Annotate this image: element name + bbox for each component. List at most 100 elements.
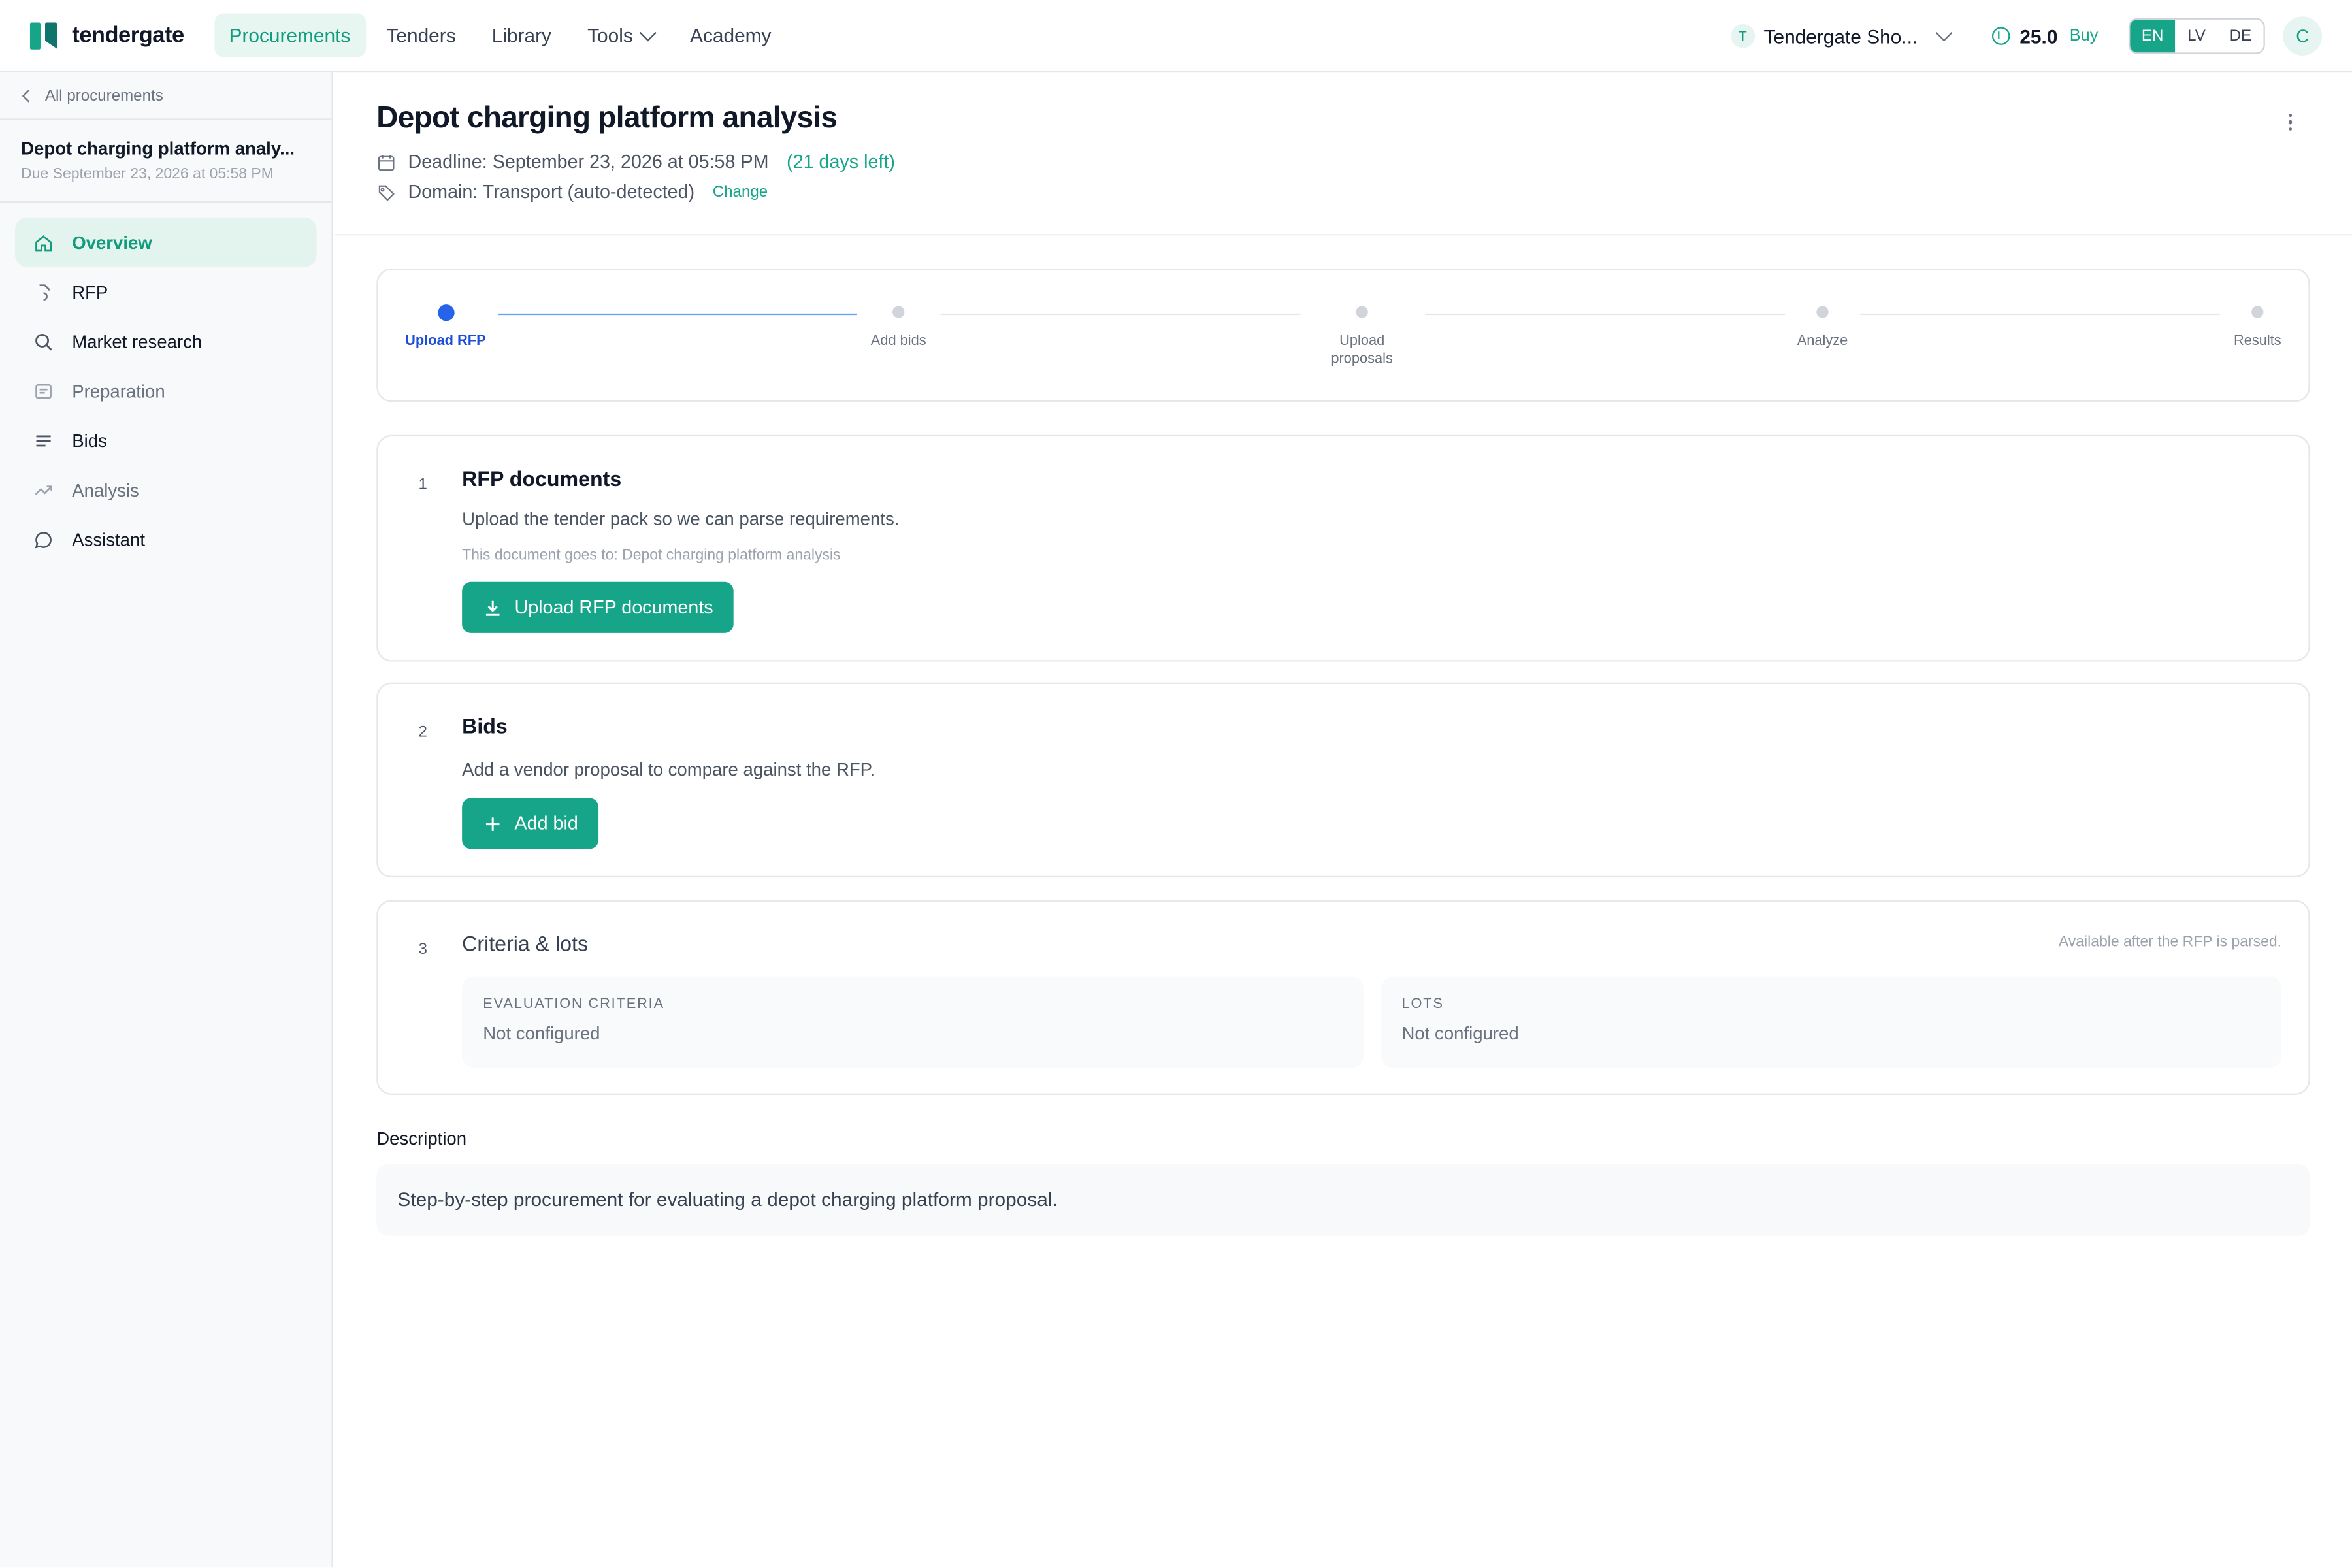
upload-rfp-button[interactable]: Upload RFP documents — [462, 581, 734, 633]
clipboard-icon — [33, 380, 54, 401]
nav-tools[interactable]: Tools — [572, 14, 669, 57]
nav-tenders[interactable]: Tenders — [371, 14, 470, 57]
logo-icon — [29, 22, 60, 49]
evaluation-criteria-box: EVALUATION CRITERIA Not configured — [462, 976, 1363, 1068]
trend-icon — [33, 480, 54, 500]
button-label: Upload RFP documents — [514, 596, 713, 618]
organization-switcher[interactable]: T Tendergate Sho... — [1731, 24, 1953, 48]
card-title: Bids — [462, 713, 508, 738]
sidebar-menu: Overview RFP Market research Preparation… — [0, 203, 331, 579]
step-dot — [437, 304, 454, 321]
app-root: tendergate Procurements Tenders Library … — [0, 0, 2352, 1568]
sidebar-item-market-research[interactable]: Market research — [15, 316, 316, 366]
nav-label: Library — [491, 24, 551, 47]
nav-label: Procurements — [229, 24, 351, 47]
step-dot — [1356, 306, 1368, 318]
more-options-icon[interactable] — [2288, 114, 2293, 131]
lang-de[interactable]: DE — [2217, 20, 2263, 53]
step-number: 2 — [418, 723, 427, 742]
nav-procurements[interactable]: Procurements — [214, 13, 366, 57]
sidebar-item-analysis[interactable]: Analysis — [15, 465, 316, 515]
org-name: Tendergate Sho... — [1763, 24, 1918, 48]
nav-label: Academy — [690, 24, 772, 47]
availability-note: Available after the RFP is parsed. — [2058, 934, 2282, 951]
top-navigation-bar: tendergate Procurements Tenders Library … — [0, 0, 2352, 73]
description-label: Description — [376, 1128, 467, 1149]
rfp-documents-card: 1 RFP documents Upload the tender pack s… — [376, 434, 2310, 662]
nav-library[interactable]: Library — [477, 14, 566, 57]
procurement-title: Depot charging platform analy... — [21, 138, 295, 159]
coin-icon — [1992, 27, 2011, 45]
page-header: Depot charging platform analysis Deadlin… — [334, 72, 2352, 236]
step-dot — [1816, 306, 1829, 318]
criteria-lots-card: 3 Available after the RFP is parsed. Cri… — [376, 900, 2310, 1096]
sidebar-item-assistant[interactable]: Assistant — [15, 514, 316, 564]
chevron-down-icon — [639, 24, 657, 41]
deadline-row: Deadline: September 23, 2026 at 05:58 PM… — [376, 152, 2310, 172]
search-icon — [33, 331, 54, 351]
page-title: Depot charging platform analysis — [376, 102, 838, 135]
change-domain-link[interactable]: Change — [713, 183, 768, 201]
step-label: Upload RFP — [405, 333, 486, 350]
step-upload-proposals[interactable]: Upload proposals — [1309, 306, 1414, 368]
domain-row: Domain: Transport (auto-detected) Change — [376, 182, 2310, 203]
sidebar-item-label: Analysis — [72, 479, 139, 500]
sidebar-item-bids[interactable]: Bids — [15, 416, 316, 465]
progress-stepper: Upload RFP Add bids Upload proposals Ana… — [376, 268, 2310, 402]
chevron-down-icon — [1936, 24, 1953, 42]
description-text: Step-by-step procurement for evaluating … — [376, 1164, 2310, 1236]
procurement-due: Due September 23, 2026 at 05:58 PM — [21, 166, 274, 184]
step-label: Analyze — [1797, 333, 1848, 350]
bids-card: 2 Bids Add a vendor proposal to compare … — [376, 682, 2310, 878]
sidebar-item-label: Market research — [72, 331, 203, 352]
card-title: Criteria & lots — [462, 931, 589, 956]
back-label: All procurements — [44, 86, 163, 105]
days-left: (21 days left) — [787, 151, 895, 173]
user-avatar[interactable]: C — [2283, 16, 2323, 56]
step-dot — [2251, 306, 2264, 318]
calendar-icon — [378, 154, 395, 171]
language-switcher: EN LV DE — [2128, 18, 2265, 54]
box-value: Not configured — [1401, 1022, 1519, 1044]
step-label: Add bids — [870, 333, 926, 350]
lang-en[interactable]: EN — [2129, 19, 2176, 53]
credits-balance: 25.0 Buy — [1992, 24, 2099, 48]
step-results[interactable]: Results — [2205, 306, 2310, 351]
document-icon — [33, 281, 54, 302]
home-icon — [33, 232, 54, 253]
domain-text: Domain: Transport (auto-detected) — [408, 181, 695, 203]
lang-lv[interactable]: LV — [2176, 20, 2217, 53]
criteria-lots-boxes: EVALUATION CRITERIA Not configured LOTS … — [462, 976, 2282, 1068]
main-content: Depot charging platform analysis Deadlin… — [334, 72, 2352, 1567]
sidebar-item-overview[interactable]: Overview — [14, 217, 317, 267]
step-dot — [892, 306, 905, 318]
top-right-controls: T Tendergate Sho... 25.0 Buy EN LV DE C — [1731, 0, 2323, 72]
nav-academy[interactable]: Academy — [675, 14, 786, 57]
step-connector — [498, 313, 857, 316]
sidebar-item-label: Overview — [72, 231, 152, 253]
back-to-procurements-link[interactable]: All procurements — [0, 72, 332, 120]
step-connector — [1425, 313, 1786, 316]
sidebar-item-label: Bids — [72, 429, 107, 451]
buy-credits-link[interactable]: Buy — [2070, 27, 2099, 45]
step-number: 3 — [418, 940, 427, 959]
brand-logo[interactable]: tendergate — [29, 22, 184, 49]
plus-icon — [485, 817, 500, 830]
lots-box: LOTS Not configured — [1380, 976, 2282, 1068]
card-title: RFP documents — [462, 466, 622, 491]
chevron-left-icon — [22, 89, 35, 102]
brand-name: tendergate — [72, 22, 184, 48]
nav-label: Tenders — [386, 24, 456, 47]
credits-value: 25.0 — [2019, 24, 2058, 48]
nav-label: Tools — [587, 24, 633, 47]
step-add-bids[interactable]: Add bids — [846, 306, 951, 351]
sidebar-item-label: Assistant — [72, 529, 145, 550]
chat-icon — [33, 529, 54, 549]
add-bid-button[interactable]: Add bid — [462, 798, 599, 849]
sidebar-item-label: RFP — [72, 281, 108, 302]
sidebar-item-rfp[interactable]: RFP — [15, 267, 316, 317]
card-hint: This document goes to: Depot charging pl… — [462, 547, 841, 564]
step-analyze[interactable]: Analyze — [1770, 306, 1875, 351]
sidebar-item-preparation[interactable]: Preparation — [15, 366, 316, 416]
step-upload-rfp[interactable]: Upload RFP — [393, 304, 498, 351]
